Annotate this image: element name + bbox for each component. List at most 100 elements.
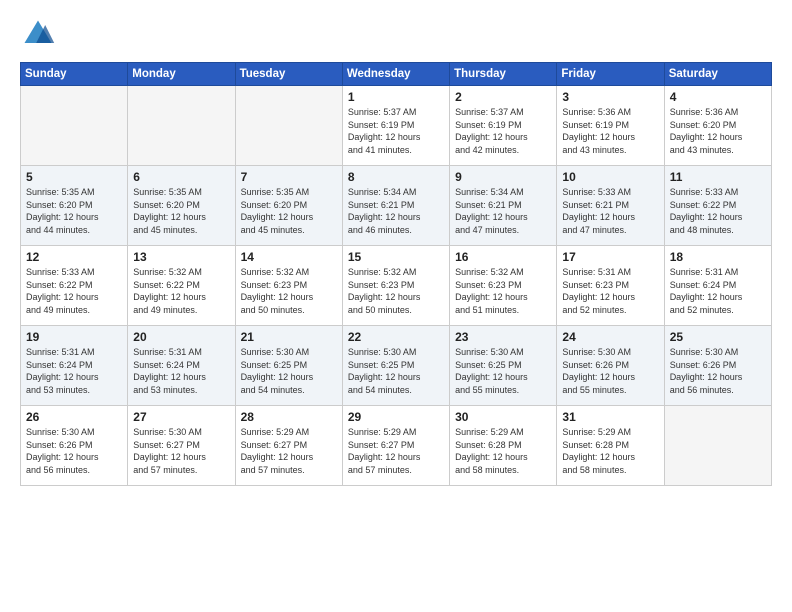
day-info: Sunrise: 5:33 AM Sunset: 6:22 PM Dayligh… [670,186,766,236]
day-number: 6 [133,170,229,184]
day-info: Sunrise: 5:34 AM Sunset: 6:21 PM Dayligh… [348,186,444,236]
day-number: 5 [26,170,122,184]
day-header-monday: Monday [128,63,235,86]
day-info: Sunrise: 5:31 AM Sunset: 6:24 PM Dayligh… [26,346,122,396]
page: SundayMondayTuesdayWednesdayThursdayFrid… [0,0,792,612]
day-number: 19 [26,330,122,344]
day-number: 2 [455,90,551,104]
calendar-cell [128,86,235,166]
day-info: Sunrise: 5:30 AM Sunset: 6:25 PM Dayligh… [455,346,551,396]
day-number: 14 [241,250,337,264]
day-number: 13 [133,250,229,264]
day-info: Sunrise: 5:36 AM Sunset: 6:19 PM Dayligh… [562,106,658,156]
day-number: 11 [670,170,766,184]
day-number: 21 [241,330,337,344]
calendar-cell: 2 Sunrise: 5:37 AM Sunset: 6:19 PM Daylig… [450,86,557,166]
logo [20,16,60,52]
day-info: Sunrise: 5:34 AM Sunset: 6:21 PM Dayligh… [455,186,551,236]
day-number: 26 [26,410,122,424]
calendar-cell [235,86,342,166]
calendar-cell: 13 Sunrise: 5:32 AM Sunset: 6:22 PM Dayli… [128,246,235,326]
calendar-cell: 5 Sunrise: 5:35 AM Sunset: 6:20 PM Daylig… [21,166,128,246]
day-header-thursday: Thursday [450,63,557,86]
day-info: Sunrise: 5:32 AM Sunset: 6:23 PM Dayligh… [348,266,444,316]
calendar-cell: 3 Sunrise: 5:36 AM Sunset: 6:19 PM Daylig… [557,86,664,166]
day-number: 7 [241,170,337,184]
day-info: Sunrise: 5:33 AM Sunset: 6:22 PM Dayligh… [26,266,122,316]
header-row: SundayMondayTuesdayWednesdayThursdayFrid… [21,63,772,86]
calendar-cell: 29 Sunrise: 5:29 AM Sunset: 6:27 PM Dayli… [342,406,449,486]
header [20,16,772,52]
day-number: 28 [241,410,337,424]
day-info: Sunrise: 5:35 AM Sunset: 6:20 PM Dayligh… [26,186,122,236]
calendar-cell: 1 Sunrise: 5:37 AM Sunset: 6:19 PM Daylig… [342,86,449,166]
calendar-cell: 9 Sunrise: 5:34 AM Sunset: 6:21 PM Daylig… [450,166,557,246]
day-info: Sunrise: 5:32 AM Sunset: 6:22 PM Dayligh… [133,266,229,316]
day-number: 25 [670,330,766,344]
calendar-cell: 26 Sunrise: 5:30 AM Sunset: 6:26 PM Dayli… [21,406,128,486]
calendar-cell [664,406,771,486]
day-number: 29 [348,410,444,424]
day-info: Sunrise: 5:32 AM Sunset: 6:23 PM Dayligh… [455,266,551,316]
calendar: SundayMondayTuesdayWednesdayThursdayFrid… [20,62,772,486]
day-info: Sunrise: 5:29 AM Sunset: 6:27 PM Dayligh… [348,426,444,476]
calendar-cell: 19 Sunrise: 5:31 AM Sunset: 6:24 PM Dayli… [21,326,128,406]
calendar-cell: 18 Sunrise: 5:31 AM Sunset: 6:24 PM Dayli… [664,246,771,326]
day-number: 17 [562,250,658,264]
calendar-cell: 15 Sunrise: 5:32 AM Sunset: 6:23 PM Dayli… [342,246,449,326]
day-number: 3 [562,90,658,104]
day-info: Sunrise: 5:30 AM Sunset: 6:26 PM Dayligh… [562,346,658,396]
day-info: Sunrise: 5:29 AM Sunset: 6:27 PM Dayligh… [241,426,337,476]
day-number: 8 [348,170,444,184]
day-info: Sunrise: 5:37 AM Sunset: 6:19 PM Dayligh… [348,106,444,156]
day-info: Sunrise: 5:30 AM Sunset: 6:26 PM Dayligh… [26,426,122,476]
day-number: 1 [348,90,444,104]
week-row-2: 5 Sunrise: 5:35 AM Sunset: 6:20 PM Daylig… [21,166,772,246]
day-info: Sunrise: 5:29 AM Sunset: 6:28 PM Dayligh… [455,426,551,476]
day-number: 16 [455,250,551,264]
calendar-cell: 27 Sunrise: 5:30 AM Sunset: 6:27 PM Dayli… [128,406,235,486]
calendar-cell: 14Sunrise: 5:32 AM Sunset: 6:23 PM Dayli… [235,246,342,326]
day-number: 9 [455,170,551,184]
day-header-sunday: Sunday [21,63,128,86]
calendar-cell: 21 Sunrise: 5:30 AM Sunset: 6:25 PM Dayli… [235,326,342,406]
calendar-cell: 25Sunrise: 5:30 AM Sunset: 6:26 PM Dayli… [664,326,771,406]
day-number: 18 [670,250,766,264]
day-header-tuesday: Tuesday [235,63,342,86]
calendar-cell: 30Sunrise: 5:29 AM Sunset: 6:28 PM Dayli… [450,406,557,486]
calendar-cell: 12 Sunrise: 5:33 AM Sunset: 6:22 PM Dayli… [21,246,128,326]
calendar-cell: 7Sunrise: 5:35 AM Sunset: 6:20 PM Daylig… [235,166,342,246]
day-info: Sunrise: 5:30 AM Sunset: 6:25 PM Dayligh… [348,346,444,396]
day-info: Sunrise: 5:30 AM Sunset: 6:27 PM Dayligh… [133,426,229,476]
day-info: Sunrise: 5:33 AM Sunset: 6:21 PM Dayligh… [562,186,658,236]
day-info: Sunrise: 5:36 AM Sunset: 6:20 PM Dayligh… [670,106,766,156]
day-info: Sunrise: 5:30 AM Sunset: 6:25 PM Dayligh… [241,346,337,396]
day-number: 12 [26,250,122,264]
day-number: 24 [562,330,658,344]
day-number: 31 [562,410,658,424]
calendar-cell: 10 Sunrise: 5:33 AM Sunset: 6:21 PM Dayli… [557,166,664,246]
day-header-saturday: Saturday [664,63,771,86]
day-number: 23 [455,330,551,344]
calendar-cell: 11 Sunrise: 5:33 AM Sunset: 6:22 PM Dayli… [664,166,771,246]
day-header-friday: Friday [557,63,664,86]
calendar-cell: 17 Sunrise: 5:31 AM Sunset: 6:23 PM Dayli… [557,246,664,326]
day-number: 22 [348,330,444,344]
week-row-1: 1 Sunrise: 5:37 AM Sunset: 6:19 PM Daylig… [21,86,772,166]
day-number: 10 [562,170,658,184]
week-row-5: 26 Sunrise: 5:30 AM Sunset: 6:26 PM Dayli… [21,406,772,486]
week-row-4: 19 Sunrise: 5:31 AM Sunset: 6:24 PM Dayli… [21,326,772,406]
calendar-cell: 24 Sunrise: 5:30 AM Sunset: 6:26 PM Dayli… [557,326,664,406]
day-info: Sunrise: 5:31 AM Sunset: 6:24 PM Dayligh… [133,346,229,396]
day-info: Sunrise: 5:31 AM Sunset: 6:23 PM Dayligh… [562,266,658,316]
day-number: 27 [133,410,229,424]
calendar-cell: 20Sunrise: 5:31 AM Sunset: 6:24 PM Dayli… [128,326,235,406]
logo-icon [20,16,56,52]
day-info: Sunrise: 5:37 AM Sunset: 6:19 PM Dayligh… [455,106,551,156]
day-number: 15 [348,250,444,264]
day-info: Sunrise: 5:35 AM Sunset: 6:20 PM Dayligh… [133,186,229,236]
calendar-cell: 22 Sunrise: 5:30 AM Sunset: 6:25 PM Dayli… [342,326,449,406]
calendar-cell [21,86,128,166]
day-number: 4 [670,90,766,104]
day-info: Sunrise: 5:31 AM Sunset: 6:24 PM Dayligh… [670,266,766,316]
